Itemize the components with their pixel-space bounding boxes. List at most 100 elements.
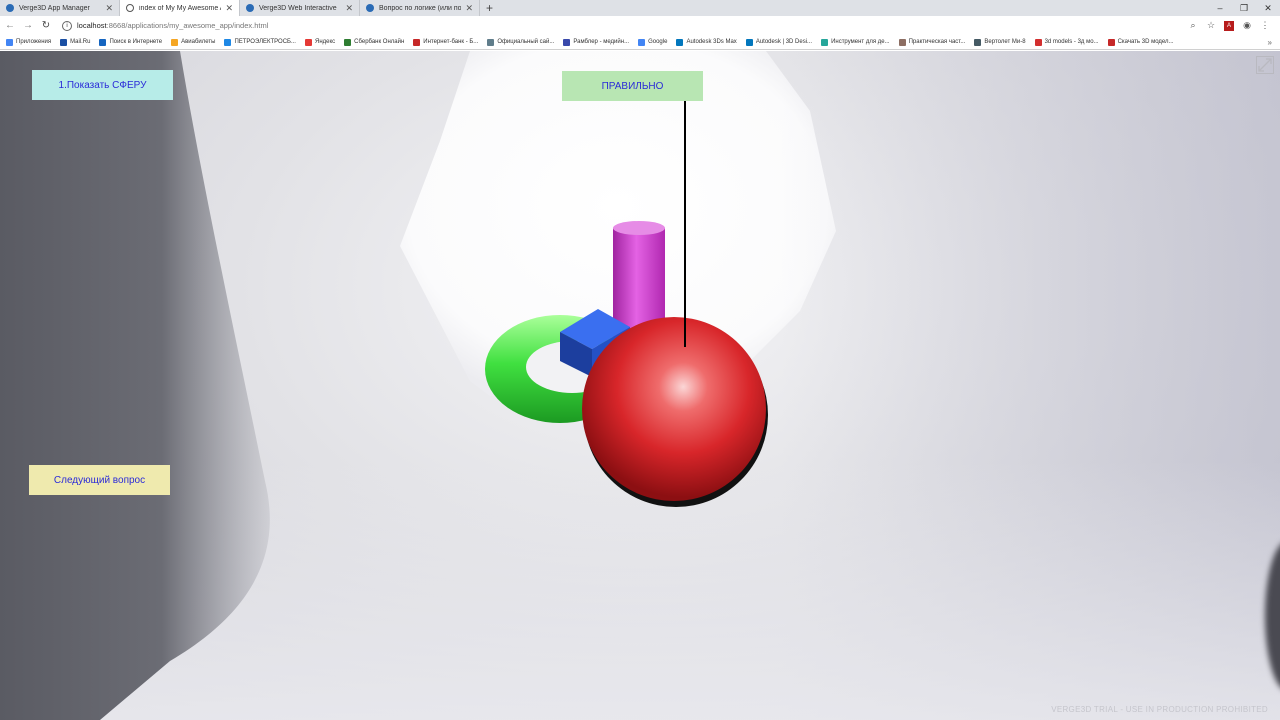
- verge3d-icon: [246, 4, 254, 12]
- bookmark-label: Вертолет Ми-8: [984, 39, 1026, 45]
- verge3d-icon: [6, 4, 14, 12]
- url-path: :8668/applications/my_awesome_app/index.…: [106, 21, 269, 30]
- bookmark-favicon-icon: [1034, 38, 1042, 46]
- browser-toolbar: ← → ↻ i localhost:8668/applications/my_a…: [0, 16, 1280, 35]
- bookmark-item[interactable]: Авиабилеты: [171, 38, 216, 46]
- bookmark-label: Официальный сай...: [497, 39, 555, 45]
- address-bar[interactable]: i localhost:8668/applications/my_awesome…: [58, 18, 1184, 33]
- bookmark-label: Интернет-банк - Б...: [423, 39, 479, 45]
- forward-icon[interactable]: →: [20, 20, 36, 31]
- bookmark-label: Autodesk | 3D Desi...: [755, 39, 813, 45]
- sphere-mesh[interactable]: [582, 317, 768, 507]
- pdf-extension-icon[interactable]: A: [1224, 20, 1234, 31]
- bookmark-label: Приложения: [16, 39, 52, 45]
- globe-icon: [126, 4, 134, 12]
- bookmark-favicon-icon: [99, 38, 107, 46]
- bookmark-favicon-icon: [487, 38, 495, 46]
- tab-title: Вопрос по логике (или по связи: [379, 4, 462, 12]
- bookmark-label: Mail.Ru: [70, 39, 91, 45]
- bookmark-item[interactable]: ПЕТРОЭЛЕКТРОСБ...: [224, 38, 296, 46]
- bookmark-label: 3d models - 3д мо...: [1044, 39, 1099, 45]
- bookmark-favicon-icon: [638, 38, 646, 46]
- bookmark-item[interactable]: Google: [638, 38, 668, 46]
- bookmark-label: Рамблер - медийн...: [573, 39, 630, 45]
- close-tab-icon[interactable]: ✕: [465, 3, 473, 14]
- bookmark-label: Сбербанк Онлайн: [354, 39, 405, 45]
- bookmark-item[interactable]: Рамблер - медийн...: [563, 38, 630, 46]
- bookmark-item[interactable]: Вертолет Ми-8: [974, 38, 1026, 46]
- bookmark-favicon-icon: [224, 38, 232, 46]
- bookmark-item[interactable]: Практическая част...: [898, 38, 966, 46]
- bookmark-label: ПЕТРОЭЛЕКТРОСБ...: [234, 39, 296, 45]
- tab-logic-question[interactable]: Вопрос по логике (или по связи ✕: [360, 0, 480, 16]
- bookmark-favicon-icon: [563, 38, 571, 46]
- bookmarks-overflow-button[interactable]: »: [1268, 35, 1272, 50]
- tab-title: Verge3D App Manager: [19, 4, 90, 12]
- bookmark-label: Скачать 3D модел...: [1117, 39, 1174, 45]
- bookmark-item[interactable]: Сбербанк Онлайн: [344, 38, 405, 46]
- bookmark-item[interactable]: Интернет-банк - Б...: [413, 38, 479, 46]
- tab-strip: Verge3D App Manager ✕ index of My My Awe…: [0, 0, 1280, 16]
- bookmark-label: Практическая част...: [908, 39, 966, 45]
- bookmark-item[interactable]: Mail.Ru: [60, 38, 91, 46]
- bookmark-item[interactable]: Поиск в Интернете: [99, 38, 163, 46]
- bookmark-label: Яндекс: [314, 39, 336, 45]
- bookmark-item[interactable]: Autodesk 3Ds Max: [676, 38, 737, 46]
- menu-icon[interactable]: ⋮: [1256, 20, 1274, 31]
- toolbar-actions: ⌕ ☆ A ◉ ⋮: [1184, 20, 1274, 31]
- bookmark-favicon-icon: [304, 38, 312, 46]
- bookmark-label: Поиск в Интернете: [109, 39, 163, 45]
- tab-web-interactive[interactable]: Verge3D Web Interactive ✕: [240, 0, 360, 16]
- minimize-button[interactable]: –: [1208, 0, 1232, 16]
- maximize-button[interactable]: ❐: [1232, 0, 1256, 16]
- bookmark-favicon-icon: [676, 38, 684, 46]
- verge3d-viewport[interactable]: 1.Показать СФЕРУ ПРАВИЛЬНО Следующий воп…: [0, 51, 1280, 720]
- bookmark-favicon-icon: [974, 38, 982, 46]
- 3d-scene[interactable]: [0, 51, 1280, 720]
- bookmark-item[interactable]: Autodesk | 3D Desi...: [745, 38, 813, 46]
- url-host: localhost: [77, 21, 107, 30]
- bookmark-item[interactable]: Яндекс: [304, 38, 336, 46]
- show-sphere-button[interactable]: 1.Показать СФЕРУ: [32, 70, 173, 100]
- bookmark-favicon-icon: [745, 38, 753, 46]
- search-icon[interactable]: ⌕: [1184, 20, 1202, 31]
- tab-awesome-app[interactable]: index of My My Awesome App ✕: [120, 0, 240, 16]
- fullscreen-icon[interactable]: [1256, 56, 1274, 74]
- account-icon[interactable]: ◉: [1238, 20, 1256, 31]
- bookmark-item[interactable]: Приложения: [6, 38, 52, 46]
- correct-answer-label: ПРАВИЛЬНО: [562, 71, 703, 101]
- tab-app-manager[interactable]: Verge3D App Manager ✕: [0, 0, 120, 16]
- bookmark-item[interactable]: 3d models - 3д мо...: [1034, 38, 1099, 46]
- bookmark-item[interactable]: Инструмент для де...: [821, 38, 890, 46]
- tab-title: Verge3D Web Interactive: [259, 4, 337, 12]
- bookmark-favicon-icon: [898, 38, 906, 46]
- bookmark-favicon-icon: [6, 38, 13, 46]
- bookmark-favicon-icon: [171, 38, 179, 46]
- bookmarks-bar: Приложения Mail.Ru Поиск в Интернете Авиаби…: [0, 35, 1280, 50]
- star-icon[interactable]: ☆: [1202, 20, 1220, 31]
- next-question-button[interactable]: Следующий вопрос: [29, 465, 170, 495]
- close-tab-icon[interactable]: ✕: [105, 3, 113, 14]
- bookmark-label: Инструмент для де...: [831, 39, 890, 45]
- bookmark-label: Google: [648, 39, 668, 45]
- close-tab-icon[interactable]: ✕: [225, 3, 233, 14]
- trial-watermark: VERGE3D TRIAL - USE IN PRODUCTION PROHIB…: [1051, 705, 1268, 714]
- new-tab-button[interactable]: +: [486, 0, 493, 16]
- bookmark-favicon-icon: [60, 38, 68, 46]
- bookmark-label: Авиабилеты: [181, 39, 216, 45]
- bookmark-item[interactable]: Скачать 3D модел...: [1107, 38, 1174, 46]
- bookmark-favicon-icon: [413, 38, 421, 46]
- tab-title: index of My My Awesome App: [139, 4, 221, 12]
- window-controls: – ❐ ✕: [1208, 0, 1280, 16]
- back-icon[interactable]: ←: [2, 20, 18, 31]
- bookmark-favicon-icon: [821, 38, 829, 46]
- close-tab-icon[interactable]: ✕: [345, 3, 353, 14]
- bookmark-favicon-icon: [344, 38, 352, 46]
- info-icon[interactable]: i: [62, 20, 72, 31]
- bookmark-favicon-icon: [1107, 38, 1115, 46]
- bookmark-label: Autodesk 3Ds Max: [686, 39, 737, 45]
- verge3d-icon: [366, 4, 374, 12]
- bookmark-item[interactable]: Официальный сай...: [487, 38, 555, 46]
- close-window-button[interactable]: ✕: [1256, 0, 1280, 16]
- reload-icon[interactable]: ↻: [38, 20, 54, 31]
